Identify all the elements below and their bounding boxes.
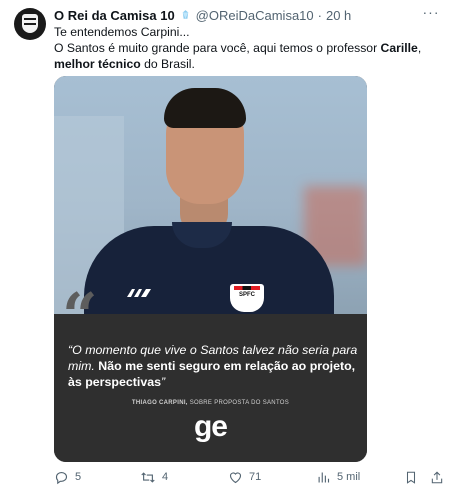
timestamp[interactable]: 20 h	[326, 8, 351, 23]
action-bar: 5 4 71 5 mil	[54, 466, 444, 488]
more-icon[interactable]: ···	[422, 5, 440, 22]
sponsor-logo-icon	[127, 289, 151, 297]
bookmark-button[interactable]	[404, 470, 418, 485]
reply-button[interactable]: 5	[54, 470, 81, 485]
share-button[interactable]	[430, 470, 444, 485]
retweet-icon	[141, 471, 155, 483]
separator: ·	[317, 7, 322, 23]
views-button[interactable]: 5 mil	[316, 470, 360, 485]
quote-end: ”	[161, 375, 166, 389]
tweet-text-line1: Te entendemos Carpini...	[54, 25, 190, 39]
quote-bold: Não me senti seguro em relação ao projet…	[68, 359, 356, 389]
like-icon	[229, 471, 242, 483]
credit-name: THIAGO CARPINI,	[131, 400, 188, 406]
bookmark-icon	[406, 471, 416, 484]
retweet-button[interactable]: 4	[140, 470, 168, 485]
credit-rest: SOBRE PROPOSTA DO SANTOS	[187, 400, 290, 406]
quote-mark-icon: “	[62, 279, 98, 352]
text-bold-carille: Carille	[380, 41, 418, 55]
tweet-header: O Rei da Camisa 10 @OReiDaCamisa10 · 20 …	[54, 6, 434, 24]
ge-logo: ge	[193, 410, 228, 443]
reply-count: 5	[75, 471, 82, 483]
tweet-text-line2: O Santos é muito grande para você, aqui …	[54, 40, 442, 72]
like-button[interactable]: 71	[228, 470, 261, 485]
text-bold-melhor-tecnico: melhor técnico	[54, 57, 141, 71]
tweet[interactable]: O Rei da Camisa 10 @OReiDaCamisa10 · 20 …	[0, 0, 454, 492]
club-badge: SPFC	[230, 284, 264, 312]
quote-credit: THIAGO CARPINI, SOBRE PROPOSTA DO SANTOS	[54, 400, 367, 406]
retweet-count: 4	[162, 471, 169, 483]
text-segment: do Brasil.	[140, 57, 195, 71]
club-crest-icon	[22, 14, 38, 33]
coach-photo: SPFC	[54, 76, 367, 336]
verified-icon	[179, 9, 192, 22]
handle[interactable]: @OReiDaCamisa10	[196, 8, 314, 23]
coach-hair	[164, 88, 246, 128]
tweet-text: Te entendemos Carpini... O Santos é muit…	[54, 24, 442, 72]
avatar[interactable]	[14, 8, 46, 40]
reply-icon	[55, 471, 68, 484]
badge-text: SPFC	[238, 292, 255, 298]
views-icon	[318, 472, 330, 482]
text-segment: ,	[417, 41, 422, 55]
share-icon	[431, 471, 443, 483]
tweet-media-image[interactable]: SPFC “ “O momento que vive o Santos talv…	[54, 76, 367, 462]
text-segment: O Santos é muito grande para você, aqui …	[54, 41, 381, 55]
display-name[interactable]: O Rei da Camisa 10	[54, 8, 175, 23]
like-count: 71	[249, 471, 262, 483]
views-count: 5 mil	[337, 471, 361, 483]
quote-text: “O momento que vive o Santos talvez não …	[68, 342, 358, 390]
